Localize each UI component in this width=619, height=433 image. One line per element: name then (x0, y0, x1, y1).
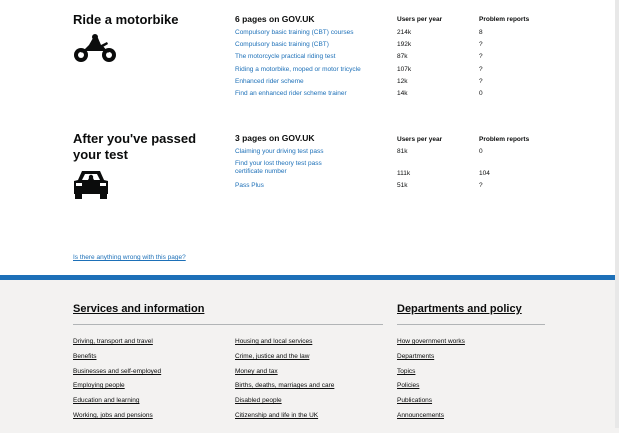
users-value: 192k (397, 41, 412, 48)
section-title-after-test: After you've passed your test (73, 131, 197, 162)
column-header-reports: Problem reports (479, 136, 530, 143)
column-header-reports: Problem reports (479, 16, 530, 23)
reports-value: ? (479, 53, 483, 60)
users-value: 111k (397, 170, 411, 177)
footer-link[interactable]: Crime, justice and the law (235, 353, 309, 360)
footer-link[interactable]: Working, jobs and pensions (73, 412, 153, 419)
footer-link[interactable]: Businesses and self-employed (73, 368, 161, 375)
footer-heading-departments[interactable]: Departments and policy (397, 303, 522, 315)
table-row: Find your lost theory test pass certific… (235, 160, 565, 180)
users-value: 107k (397, 66, 412, 73)
footer-link[interactable]: Money and tax (235, 368, 278, 375)
table-row: Find an enhanced rider scheme trainer 14… (235, 90, 565, 100)
footer-heading-services[interactable]: Services and information (73, 303, 204, 315)
reports-value: ? (479, 182, 483, 189)
table-row: Compulsory basic training (CBT) 192k ? (235, 41, 565, 51)
reports-value: 0 (479, 90, 483, 97)
section-title-motorbike: Ride a motorbike (73, 12, 179, 27)
table-row: The motorcycle practical riding test 87k… (235, 53, 565, 63)
footer-link[interactable]: Benefits (73, 353, 97, 360)
users-value: 214k (397, 29, 412, 36)
footer-link[interactable]: Births, deaths, marriages and care (235, 382, 334, 389)
reports-value: 8 (479, 29, 483, 36)
footer-link[interactable]: Disabled people (235, 397, 282, 404)
page-link[interactable]: Enhanced rider scheme (235, 78, 395, 86)
footer: Services and information Departments and… (0, 275, 619, 433)
reports-value: ? (479, 66, 483, 73)
page-link[interactable]: Claiming your driving test pass (235, 148, 395, 156)
footer-link[interactable]: Education and learning (73, 397, 140, 404)
table-row: Enhanced rider scheme 12k ? (235, 78, 565, 88)
users-value: 12k (397, 78, 408, 85)
column-header-users: Users per year (397, 136, 443, 143)
pages-heading: 6 pages on GOV.UK (235, 14, 315, 24)
users-value: 81k (397, 148, 408, 155)
users-value: 87k (397, 53, 408, 60)
footer-link[interactable]: How government works (397, 338, 465, 345)
table-row: Claiming your driving test pass 81k 0 (235, 148, 565, 158)
footer-link[interactable]: Housing and local services (235, 338, 312, 345)
reports-value: ? (479, 78, 483, 85)
footer-link[interactable]: Citizenship and life in the UK (235, 412, 318, 419)
footer-link[interactable]: Announcements (397, 412, 444, 419)
footer-link[interactable]: Employing people (73, 382, 125, 389)
table-row: Compulsory basic training (CBT) courses … (235, 29, 565, 39)
footer-link[interactable]: Publications (397, 397, 432, 404)
table-row: Riding a motorbike, moped or motor tricy… (235, 66, 565, 76)
table-row: Pass Plus 51k ? (235, 182, 565, 192)
scrollbar-track[interactable] (615, 0, 619, 428)
footer-link[interactable]: Departments (397, 353, 434, 360)
footer-divider (73, 324, 383, 325)
users-value: 51k (397, 182, 408, 189)
reports-value: 104 (479, 170, 490, 177)
page-link[interactable]: Find an enhanced rider scheme trainer (235, 90, 395, 98)
page-link[interactable]: The motorcycle practical riding test (235, 53, 395, 61)
footer-link[interactable]: Driving, transport and travel (73, 338, 153, 345)
reports-value: 0 (479, 148, 483, 155)
pages-heading: 3 pages on GOV.UK (235, 133, 315, 143)
footer-divider (397, 324, 545, 325)
footer-link[interactable]: Policies (397, 382, 419, 389)
users-value: 14k (397, 90, 408, 97)
page-link[interactable]: Find your lost theory test pass certific… (235, 160, 350, 175)
page-link[interactable]: Riding a motorbike, moped or motor tricy… (235, 66, 395, 74)
report-problem-link[interactable]: Is there anything wrong with this page? (73, 254, 186, 261)
footer-link[interactable]: Topics (397, 368, 415, 375)
page-link[interactable]: Pass Plus (235, 182, 395, 190)
car-icon (74, 171, 108, 199)
reports-value: ? (479, 41, 483, 48)
column-header-users: Users per year (397, 16, 443, 23)
motorbike-icon (74, 34, 116, 62)
page-link[interactable]: Compulsory basic training (CBT) (235, 41, 395, 49)
page-link[interactable]: Compulsory basic training (CBT) courses (235, 29, 395, 37)
